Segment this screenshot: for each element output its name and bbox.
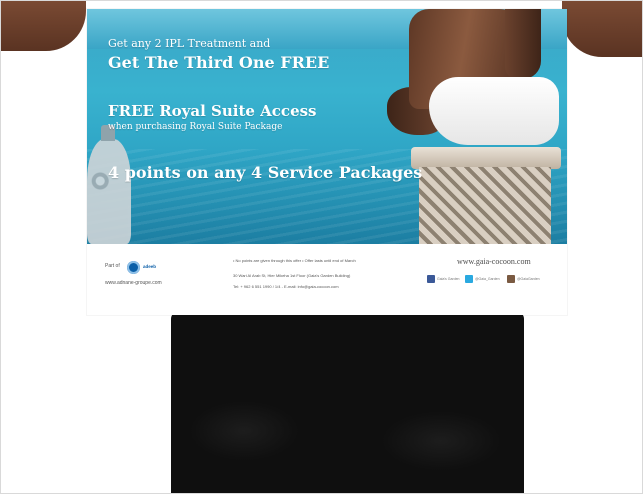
photo-frame: Get any 2 IPL Treatment and Get The Thir… [0,0,643,494]
seated-person [387,9,559,154]
offer1-line2: Get The Third One FREE [108,53,330,72]
offer2-line1: FREE Royal Suite Access [108,102,317,120]
stone-pedestal [409,147,567,244]
offer1-line1: Get any 2 IPL Treatment and [108,37,271,50]
facebook-handle: Gaia's Garden [437,277,460,281]
address: 30 Wari Al Arab St, Hier Mikeha 1st Floo… [233,273,351,278]
promo-poster: Get any 2 IPL Treatment and Get The Thir… [87,9,567,315]
holder-right-arm [562,1,642,57]
white-wrap [429,77,559,145]
instagram-link: @GaiaGarden [507,275,540,283]
group-url: www.adnane-groupe.com [105,280,162,286]
contact-info: Tel: + 962 6 551 1990 / 1/4 - E-mail: in… [233,284,339,289]
person-arm [505,9,541,79]
offer3: 4 points on any 4 Service Packages [108,163,423,182]
pedestal-lattice [419,167,551,244]
offer2-line2: when purchasing Royal Suite Package [108,122,283,132]
poster-photo: Get any 2 IPL Treatment and Get The Thir… [87,9,567,244]
lantern [87,125,131,244]
twitter-handle: @Gaia_Garden [475,277,500,281]
twitter-link: @Gaia_Garden [465,275,500,283]
website: www.gaia-cocoon.com [457,257,531,266]
holder-body [171,311,524,493]
clothing-fold [381,411,501,471]
offer-notes: • No points are given through this offer… [233,258,356,263]
instagram-handle: @GaiaGarden [517,277,540,281]
brand-name: adeeb [143,264,157,269]
twitter-icon [465,275,473,283]
instagram-icon [507,275,515,283]
facebook-link: Gaia's Garden [427,275,459,283]
poster-footer: Part of adeeb www.adnane-groupe.com • No… [87,244,567,315]
facebook-icon [427,275,435,283]
holder-left-arm [1,1,86,51]
part-of-label: Part of [105,263,120,269]
clothing-fold [189,401,299,461]
adeeb-logo-icon [127,261,140,274]
